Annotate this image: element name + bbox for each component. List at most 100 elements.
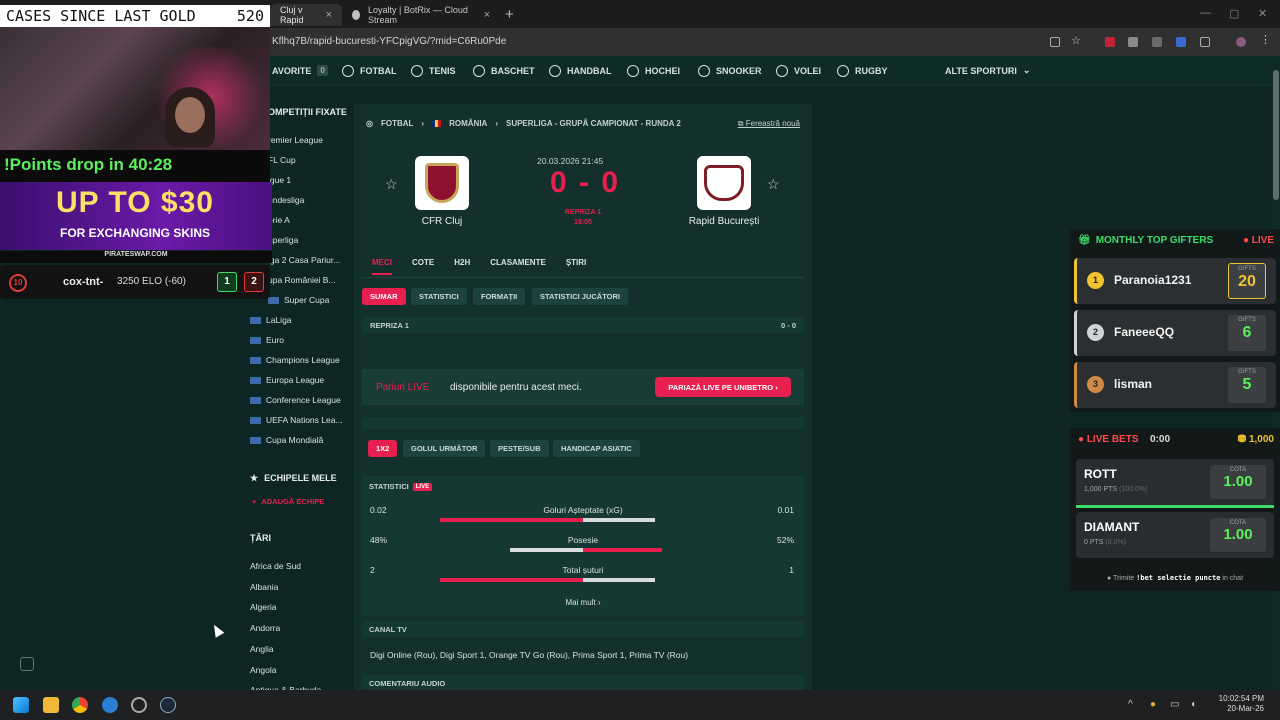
points-percent: (0.0%) [1105, 539, 1127, 546]
close-icon[interactable]: × [484, 9, 490, 21]
sidebar-competition-item[interactable]: iga 2 Casa Pariur... [268, 255, 340, 265]
nav-fotbal[interactable]: FOTBAL [342, 65, 397, 77]
extension-icon[interactable] [1176, 37, 1186, 47]
profile-avatar[interactable] [1236, 37, 1246, 47]
odds-tab-asian-handicap[interactable]: HANDICAP ASIATIC [553, 440, 640, 457]
competition-label: Europa League [266, 375, 325, 385]
away-team-name[interactable]: Rapid București [654, 216, 794, 227]
extension-icon[interactable] [1152, 37, 1162, 47]
more-stats-link[interactable]: Mai mult › [354, 598, 812, 607]
live-bets-widget: ● LIVE BETS 0:00 ⛃ 1,000 ROTT 1,000 PTS (… [1070, 428, 1280, 591]
nav-favorites[interactable]: AVORITE 0 [272, 65, 328, 76]
chrome-icon[interactable] [72, 697, 88, 713]
windows-taskbar: ^ ● ▭ ◖ 10:02:54 PM 20-Mar-26 [0, 690, 1280, 720]
scrollbar-thumb[interactable] [1273, 70, 1279, 200]
sidebar-country-item[interactable]: Africa de Sud [250, 561, 301, 571]
nav-hochei[interactable]: HOCHEI [627, 65, 680, 77]
nav-other-sports[interactable]: ALTE SPORTURI ⌄ [945, 65, 1030, 76]
cast-icon[interactable] [1050, 37, 1060, 47]
sidebar-country-item[interactable]: Algeria [250, 602, 276, 612]
sidebar-competition-item[interactable]: UEFA Nations Lea... [250, 415, 343, 425]
extension-icon[interactable] [1128, 37, 1138, 47]
sidebar-competition-item[interactable]: Euro [250, 335, 284, 345]
stats-box: STATISTICI LIVE 0.02 Goluri Așteptate (xG)… [362, 476, 804, 616]
new-window-link[interactable]: ⧉ Fereastră nouă [738, 119, 800, 129]
app-icon[interactable] [102, 697, 118, 713]
breadcrumb-item[interactable]: ROMÂNIA [449, 119, 487, 128]
extension-icon[interactable] [1105, 37, 1115, 47]
sidebar-country-item[interactable]: Anglia [250, 644, 274, 654]
away-team-logo[interactable] [697, 156, 751, 210]
odds-tab-over-under[interactable]: PESTE/SUB [490, 440, 549, 457]
chevron-up-icon[interactable]: ^ [1128, 699, 1133, 710]
sidebar-competition-item[interactable]: Champions League [250, 355, 340, 365]
maximize-icon[interactable]: ▢ [1229, 7, 1239, 20]
live-bet-banner: Pariuri LIVE disponibile pentru acest me… [362, 369, 804, 405]
flag-icon [250, 336, 261, 344]
sidebar-competition-item[interactable]: Conference League [250, 395, 341, 405]
home-team-name[interactable]: CFR Cluj [372, 216, 512, 227]
favorite-home-star-icon[interactable]: ☆ [385, 176, 398, 193]
nav-rugby[interactable]: RUGBY [837, 65, 888, 77]
url-text[interactable]: Kflhq7B/rapid-bucuresti-YFCpigVG/?mid=C6… [272, 36, 506, 47]
subtab-formatii[interactable]: FORMAȚII [473, 288, 526, 305]
bet-option-row: ROTT 1,000 PTS (100.0%) COTA 1.00 [1076, 459, 1274, 505]
sidebar-competition-item[interactable]: LaLiga [250, 315, 292, 325]
odds-tab-1x2[interactable]: 1X2 [368, 440, 398, 457]
nav-label: VOLEI [794, 66, 822, 76]
tab-match[interactable]: Cluj v Rapid × [270, 4, 342, 26]
tab-stiri[interactable]: ȘTIRI [566, 258, 586, 275]
sidebar-competition-item[interactable]: Cupa Mondială [250, 435, 323, 445]
window-close-icon[interactable]: ✕ [1258, 7, 1267, 20]
favorite-away-star-icon[interactable]: ☆ [767, 176, 780, 193]
tab-clasamente[interactable]: CLASAMENTE [490, 258, 546, 275]
shield-check-icon[interactable] [20, 657, 34, 671]
sidebar-competition-item[interactable]: Super Cupa [268, 295, 329, 305]
nav-snooker[interactable]: SNOOKER [698, 65, 762, 77]
sidebar-competition-item[interactable]: upa României B... [268, 275, 336, 285]
sidebar-competition-item[interactable]: Europa League [250, 375, 324, 385]
minimize-icon[interactable]: — [1200, 7, 1211, 19]
sidebar-competition-item[interactable]: undesliga [268, 195, 304, 205]
sidebar-country-item[interactable]: Albania [250, 582, 278, 592]
menu-dots-icon[interactable]: ⋮ [1260, 33, 1271, 46]
settings-icon[interactable] [131, 697, 147, 713]
nav-baschet[interactable]: BASCHET [473, 65, 535, 77]
subtab-sumar[interactable]: SUMAR [362, 288, 406, 305]
audio-comment-title: COMENTARIU AUDIO [362, 675, 804, 691]
sidebar-country-item[interactable]: Andorra [250, 623, 280, 633]
sidebar-competition-item[interactable]: uperliga [268, 235, 298, 245]
tab-meci[interactable]: MECI [372, 258, 392, 275]
sidebar-country-item[interactable]: Angola [250, 665, 276, 675]
nav-tenis[interactable]: TENIS [411, 65, 456, 77]
sidebar-competition-item[interactable]: remier League [268, 135, 323, 145]
subtab-statistici[interactable]: STATISTICI [411, 288, 467, 305]
tab-h2h[interactable]: H2H [454, 258, 470, 275]
match-period: REPRIZA 1 16:05 [553, 208, 613, 228]
add-team-link[interactable]: + ADAUGĂ ECHIPE [252, 497, 324, 506]
steam-icon[interactable] [160, 697, 176, 713]
network-icon[interactable]: ▭ [1170, 699, 1179, 710]
nav-handbal[interactable]: HANDBAL [549, 65, 612, 77]
home-team-logo[interactable] [415, 156, 469, 210]
new-tab-button[interactable]: + [505, 6, 514, 23]
wins-count: 1 [217, 272, 237, 292]
tab-cote[interactable]: COTE [412, 258, 434, 275]
microphone-icon[interactable]: ● [1150, 699, 1156, 710]
bet-live-button[interactable]: PARIAZĂ LIVE PE UNIBETRO › [655, 377, 791, 397]
volume-icon[interactable]: ◖ [1190, 699, 1196, 710]
windows-start-icon[interactable] [13, 697, 29, 713]
odds-tab-next-goal[interactable]: GOLUL URMĂTOR [403, 440, 486, 457]
close-icon[interactable]: × [326, 9, 332, 21]
subtab-statistici-jucatori[interactable]: STATISTICI JUCĂTORI [532, 288, 629, 305]
sidebar-competition-item[interactable]: FL Cup [268, 155, 296, 165]
bookmark-star-icon[interactable]: ☆ [1071, 34, 1081, 47]
tab-botrix[interactable]: Loyalty | BotRix — Cloud Stream × [342, 4, 500, 26]
file-explorer-icon[interactable] [43, 697, 59, 713]
nav-volei[interactable]: VOLEI [776, 65, 821, 77]
link-label: Mai mult [565, 598, 596, 607]
breadcrumb-item[interactable]: SUPERLIGA - GRUPĂ CAMPIONAT - RUNDA 2 [506, 119, 681, 128]
extensions-puzzle-icon[interactable] [1200, 37, 1210, 47]
breadcrumb-item[interactable]: FOTBAL [381, 119, 413, 128]
taskbar-clock[interactable]: 10:02:54 PM 20-Mar-26 [1219, 694, 1264, 714]
